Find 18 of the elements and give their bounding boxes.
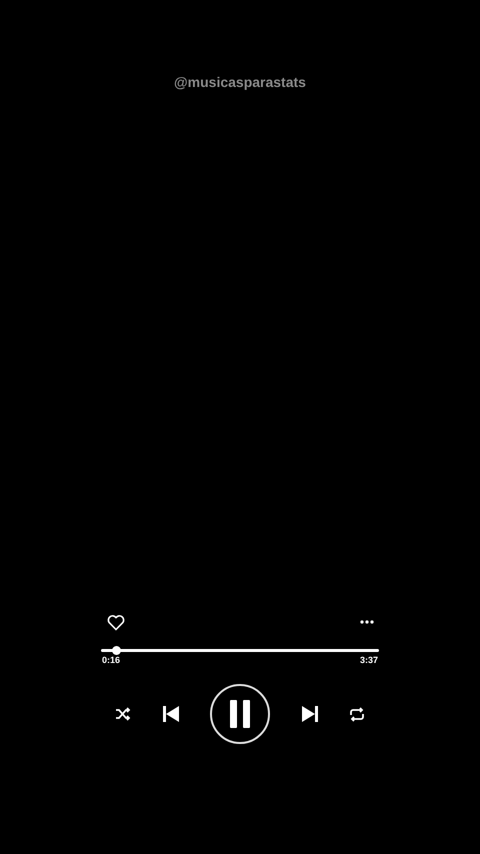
username-handle: @musicasparastats: [174, 74, 306, 90]
elapsed-time: 0:16: [102, 655, 120, 665]
skip-back-icon: [162, 705, 180, 723]
pause-icon: [229, 700, 251, 728]
shuffle-button[interactable]: [115, 707, 131, 721]
repeat-icon: [349, 706, 365, 722]
progress-thumb[interactable]: [112, 646, 121, 655]
more-icon: [360, 620, 374, 624]
skip-forward-icon: [300, 705, 318, 723]
total-duration: 3:37: [360, 655, 378, 665]
heart-icon: [107, 614, 125, 630]
next-button[interactable]: [300, 705, 318, 723]
shuffle-icon: [115, 707, 131, 721]
previous-button[interactable]: [162, 705, 180, 723]
more-button[interactable]: [360, 620, 374, 624]
repeat-button[interactable]: [349, 706, 365, 722]
like-button[interactable]: [107, 614, 125, 630]
pause-button[interactable]: [210, 684, 270, 744]
